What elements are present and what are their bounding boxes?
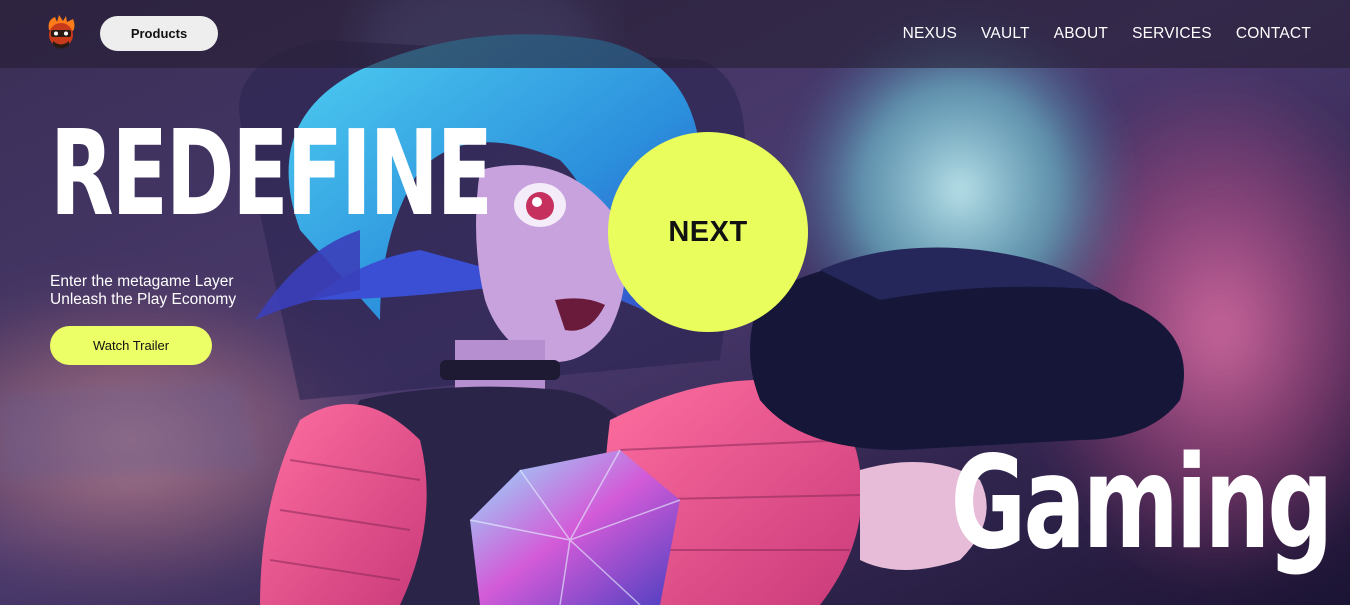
tagline-line-2: Unleash the Play Economy: [50, 291, 237, 308]
hero-headline: REDEFINE: [50, 104, 493, 242]
top-navigation-bar: Products NEXUS VAULT ABOUT SERVICES CONT…: [0, 0, 1350, 68]
nav-link-about[interactable]: ABOUT: [1054, 25, 1108, 42]
nav-item-nexus: NEXUS: [903, 25, 957, 43]
nav-link-nexus[interactable]: NEXUS: [903, 25, 957, 42]
hero-tagline: Enter the metagame Layer Unleash the Pla…: [50, 273, 236, 309]
main-nav: NEXUS VAULT ABOUT SERVICES CONTACT: [903, 0, 1311, 68]
watch-trailer-button[interactable]: Watch Trailer: [50, 326, 212, 365]
products-button[interactable]: Products: [100, 16, 218, 51]
nav-item-contact: CONTACT: [1236, 25, 1311, 43]
next-slide-button[interactable]: NEXT: [608, 132, 808, 332]
ninja-mascot-logo-icon[interactable]: [43, 14, 79, 52]
nav-item-services: SERVICES: [1132, 25, 1212, 43]
nav-link-services[interactable]: SERVICES: [1132, 25, 1212, 42]
nav-item-about: ABOUT: [1054, 25, 1108, 43]
nav-item-vault: VAULT: [981, 25, 1030, 43]
hero-subheadline: Gaming: [950, 429, 1333, 578]
tagline-line-1: Enter the metagame Layer: [50, 273, 234, 290]
nav-link-contact[interactable]: CONTACT: [1236, 25, 1311, 42]
nav-link-vault[interactable]: VAULT: [981, 25, 1030, 42]
